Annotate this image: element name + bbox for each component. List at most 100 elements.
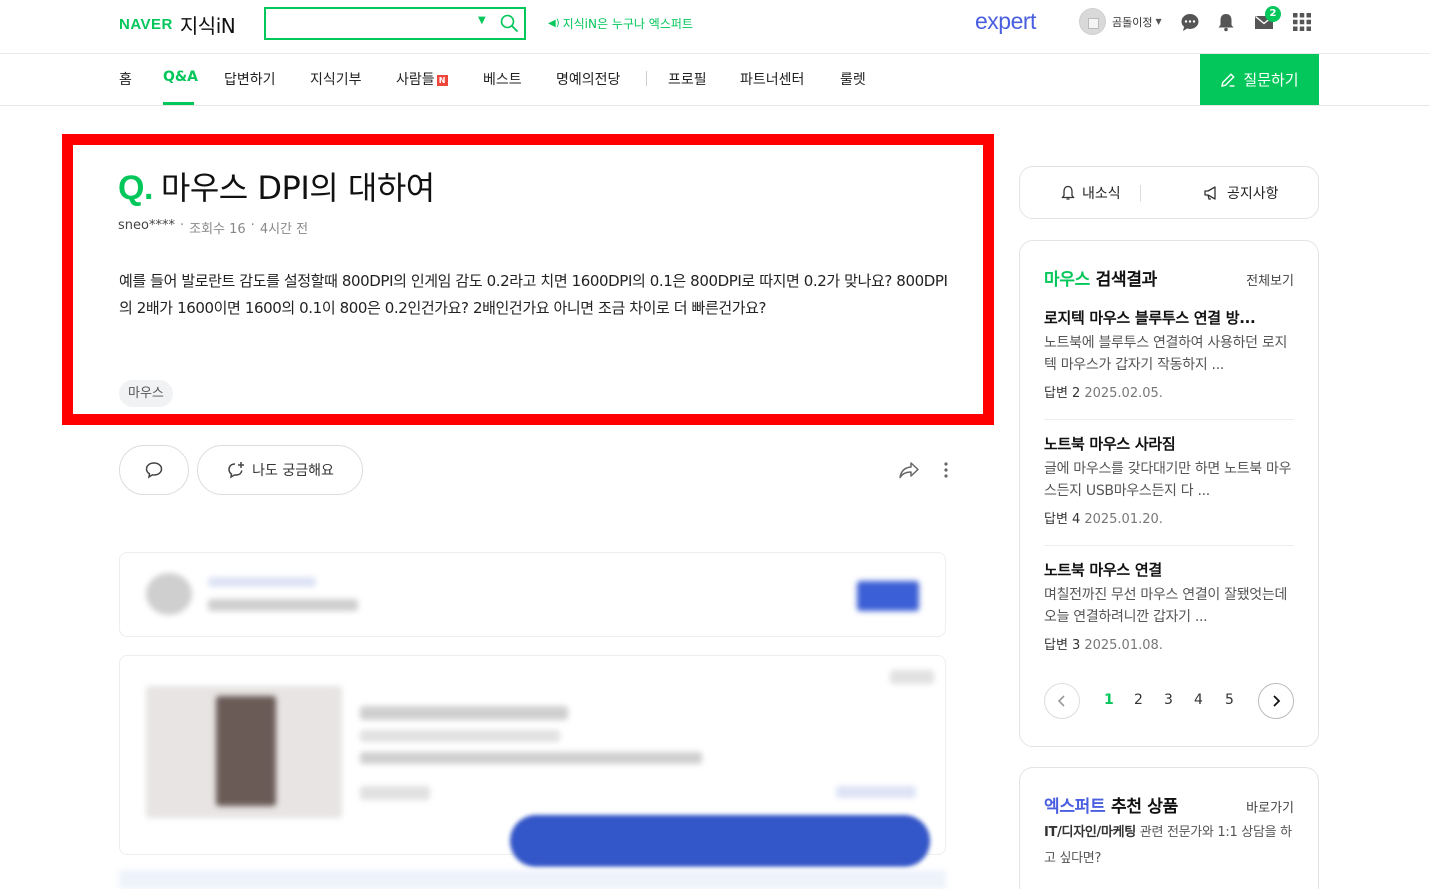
bell-icon[interactable]: [1216, 12, 1236, 32]
expert-logo[interactable]: expert: [975, 8, 1036, 35]
search-option-caret-icon[interactable]: ▼: [478, 15, 486, 26]
expert-title-rest: 추천 상품: [1105, 797, 1178, 817]
curious-too-button[interactable]: 나도 궁금해요: [197, 445, 363, 495]
expert-title-highlight: 엑스퍼트: [1044, 797, 1106, 817]
blurred-text: [890, 670, 934, 684]
tab-my-news[interactable]: 내소식: [1060, 167, 1121, 219]
my-news-notice-card: 내소식 공지사항: [1019, 166, 1319, 219]
page-number[interactable]: 4: [1194, 692, 1203, 708]
blurred-text: [360, 786, 430, 800]
nav-best[interactable]: 베스트: [483, 69, 522, 89]
new-badge: N: [436, 75, 448, 86]
naver-logo[interactable]: NAVER: [119, 16, 173, 33]
apps-grid-icon[interactable]: [1292, 12, 1312, 32]
nav-people-label: 사람들: [396, 72, 435, 88]
list-item[interactable]: 로지텍 마우스 블루투스 연결 방... 노트북에 블루투스 연결하여 사용하던…: [1044, 307, 1294, 401]
list-item[interactable]: 노트북 마우스 연결 며칠전까진 무선 마우스 연결이 잘됐엇는데 오늘 연결하…: [1044, 559, 1294, 653]
view-all-link[interactable]: 전체보기: [1246, 270, 1294, 289]
next-page-button[interactable]: [1258, 683, 1294, 719]
result-title[interactable]: 노트북 마우스 사라짐: [1044, 433, 1294, 454]
meta-dot: ·: [179, 218, 185, 233]
expert-card-desc: IT/디자인/마케팅 관련 전문가와 1:1 상담을 하고 싶다면?: [1044, 820, 1294, 872]
expert-card-title: 엑스퍼트 추천 상품: [1044, 792, 1178, 817]
share-icon[interactable]: [898, 459, 920, 481]
nav-profile[interactable]: 프로필: [668, 69, 707, 89]
blurred-text: [208, 599, 358, 611]
meta-dot: ·: [250, 218, 255, 233]
comment-button[interactable]: [119, 445, 189, 495]
blurred-avatar: [146, 573, 192, 615]
naver-kin-logo[interactable]: NAVER 지식iN: [119, 10, 236, 39]
question-author[interactable]: sneo****: [118, 218, 175, 237]
blurred-ad-card[interactable]: [119, 552, 946, 637]
nav-divider: [646, 71, 647, 86]
page-number[interactable]: 1: [1104, 692, 1114, 708]
question-views: 조회수 16: [189, 222, 246, 237]
result-date: 2025.01.20.: [1084, 512, 1163, 527]
nav-people[interactable]: 사람들 N: [396, 69, 448, 89]
user-profile-menu[interactable]: 곰돌이정 ▼: [1079, 8, 1162, 35]
prev-page-button[interactable]: [1044, 683, 1080, 719]
chevron-right-icon: [1273, 695, 1281, 707]
nav-home[interactable]: 홈: [119, 69, 132, 89]
result-date: 2025.02.05.: [1084, 386, 1163, 401]
result-title[interactable]: 노트북 마우스 연결: [1044, 559, 1294, 580]
page-number[interactable]: 5: [1225, 692, 1234, 708]
page-number[interactable]: 3: [1164, 692, 1173, 708]
search-input[interactable]: [266, 9, 466, 38]
page-number[interactable]: 2: [1134, 692, 1143, 708]
promo-text: 지식iN은 누구나 엑스퍼트: [562, 17, 693, 31]
result-title[interactable]: 로지텍 마우스 블루투스 연결 방...: [1044, 307, 1294, 328]
list-item[interactable]: 노트북 마우스 사라짐 글에 마우스를 갖다대기만 하면 노트북 마우스든지 U…: [1044, 433, 1294, 527]
go-link[interactable]: 바로가기: [1246, 797, 1294, 816]
blurred-text: [360, 730, 560, 742]
nav-partner-center[interactable]: 파트너센터: [740, 69, 804, 89]
question-tag[interactable]: 마우스: [119, 380, 173, 407]
search-box: ▼: [264, 7, 526, 40]
ask-button-label: 질문하기: [1243, 72, 1299, 89]
avatar[interactable]: [1079, 8, 1106, 35]
divider: [1044, 545, 1294, 546]
blurred-ad-button[interactable]: [510, 815, 930, 867]
blurred-image: [216, 696, 276, 806]
active-tab-indicator: [163, 102, 194, 105]
result-answers: 답변 2: [1044, 386, 1081, 401]
search-results-card: 마우스 검색결과 전체보기 로지텍 마우스 블루투스 연결 방... 노트북에 …: [1019, 240, 1319, 747]
blurred-button: [857, 581, 919, 611]
nav-donation[interactable]: 지식기부: [310, 69, 362, 89]
chat-icon[interactable]: [1180, 12, 1200, 32]
divider: [1044, 419, 1294, 420]
expert-desc-category: IT/디자인/마케팅: [1044, 825, 1136, 840]
main-nav: 홈 Q&A 답변하기 지식기부 사람들 N 베스트 명예의전당 프로필 파트너센터…: [0, 54, 1430, 106]
result-answers: 답변 3: [1044, 638, 1081, 653]
expert-promo-link[interactable]: ◀) 지식iN은 누구나 엑스퍼트: [548, 15, 693, 32]
blurred-text: [208, 577, 316, 587]
nav-qna[interactable]: Q&A: [163, 69, 198, 85]
result-meta: 답변 3 2025.01.08.: [1044, 634, 1294, 653]
tab-notice[interactable]: 공지사항: [1203, 167, 1279, 219]
chevron-down-icon: ▼: [1155, 17, 1162, 26]
nav-answer[interactable]: 답변하기: [224, 69, 276, 89]
blurred-text: [360, 752, 702, 764]
result-date: 2025.01.08.: [1084, 638, 1163, 653]
megaphone-icon: [1204, 186, 1216, 200]
search-results-title: 마우스 검색결과: [1044, 265, 1157, 290]
tab-divider: [1140, 185, 1141, 202]
nav-hall-of-fame[interactable]: 명예의전당: [556, 69, 620, 89]
search-icon[interactable]: [499, 13, 519, 33]
nav-roulette[interactable]: 룰렛: [840, 69, 866, 89]
question-title-text: 마우스 DPI의 대하여: [160, 169, 435, 207]
plus-bubble-icon: [228, 462, 245, 479]
question-title: Q. 마우스 DPI의 대하여: [118, 163, 435, 209]
tab-my-news-label: 내소식: [1082, 186, 1121, 202]
search-title-suffix: 검색결과: [1090, 270, 1158, 290]
speaker-icon: ◀): [548, 18, 560, 29]
q-mark: Q.: [118, 169, 153, 207]
user-name: 곰돌이정: [1112, 15, 1153, 29]
ask-question-button[interactable]: 질문하기: [1200, 54, 1319, 105]
question-body: 예를 들어 발로란트 감도를 설정할때 800DPI의 인게임 감도 0.2라고…: [119, 272, 948, 317]
expert-recommend-card: 엑스퍼트 추천 상품 바로가기 IT/디자인/마케팅 관련 전문가와 1:1 상…: [1019, 767, 1319, 889]
more-options-icon[interactable]: [938, 460, 954, 480]
blurred-text: [836, 786, 916, 798]
kin-logo[interactable]: 지식iN: [180, 10, 236, 39]
